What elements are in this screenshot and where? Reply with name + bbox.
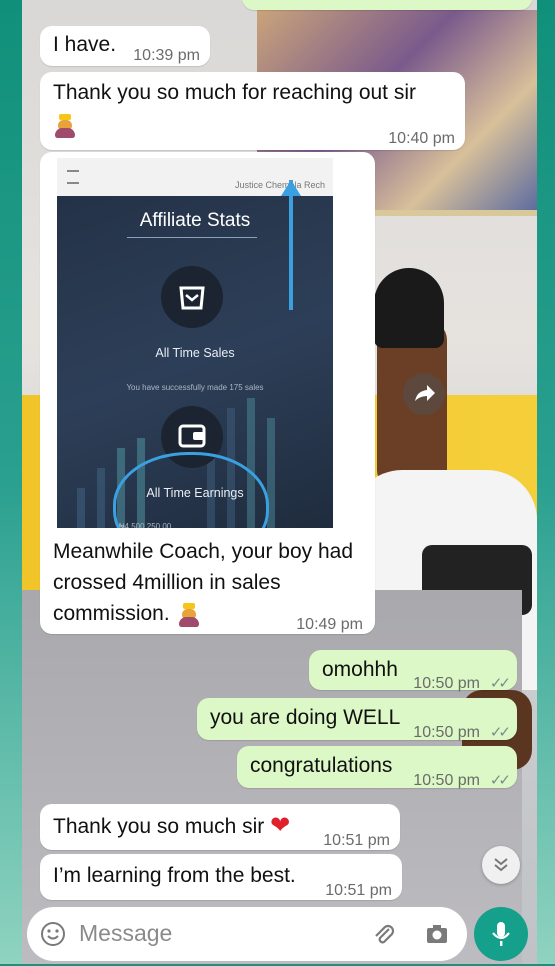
message-incoming[interactable]: I have. 10:39 pm: [40, 26, 210, 66]
forward-icon[interactable]: [403, 373, 445, 415]
message-outgoing[interactable]: you are doing WELL 10:50 pm ✓✓: [197, 698, 517, 741]
paperclip-icon[interactable]: [369, 920, 397, 953]
double-check-icon: ✓✓: [489, 772, 511, 789]
message-input[interactable]: Message: [79, 920, 172, 947]
shared-screenshot[interactable]: Justice Chemela Rech Affiliate Stats All…: [57, 158, 333, 528]
chat-area: I have. 10:39 pm Thank you so much for r…: [22, 0, 537, 964]
emoji-icon[interactable]: [39, 920, 67, 953]
message-composer[interactable]: Message: [27, 907, 467, 961]
all-time-sales-label: All Time Sales: [155, 346, 235, 360]
arrow-annotation-head: [281, 180, 301, 196]
right-frame-border: [537, 0, 555, 964]
message-text: I have.: [53, 33, 117, 56]
double-chevron-down-icon[interactable]: [482, 846, 520, 884]
camera-icon[interactable]: [423, 920, 451, 953]
message-time: 10:40 pm: [388, 130, 455, 147]
message-incoming[interactable]: Thank you so much for reaching out sir 1…: [40, 72, 465, 150]
message-time: 10:49 pm: [296, 616, 363, 633]
double-check-icon: ✓✓: [489, 724, 511, 741]
message-text: congratulations: [250, 754, 393, 777]
person-with-crown-emoji: [176, 601, 202, 628]
message-meta: 10:50 pm ✓✓: [413, 764, 511, 796]
arrow-annotation: [289, 180, 293, 310]
message-time: 10:39 pm: [133, 47, 200, 64]
message-time: 10:50 pm: [413, 675, 481, 692]
message-meta: 10:50 pm ✓✓: [413, 716, 511, 748]
menu-icon: [67, 170, 79, 184]
message-text: Thank you so much sir ❤: [53, 812, 291, 839]
message-time: 10:50 pm: [413, 772, 481, 789]
message-incoming[interactable]: I’m learning from the best. 10:51 pm: [40, 854, 402, 900]
message-outgoing[interactable]: omohhh 10:50 pm ✓✓: [309, 650, 517, 692]
sales-count-text: You have successfully made 175 sales: [126, 383, 264, 392]
left-frame-border: [0, 0, 22, 964]
red-heart-emoji: ❤: [270, 812, 291, 839]
double-check-icon: ✓✓: [489, 675, 511, 692]
image-message[interactable]: Justice Chemela Rech Affiliate Stats All…: [40, 152, 375, 634]
message-incoming[interactable]: Thank you so much sir ❤ 10:51 pm: [40, 804, 400, 850]
message-text: omohhh: [322, 658, 398, 681]
message-outgoing-partial[interactable]: [242, 0, 532, 10]
message-text: Thank you so much for reaching out sir: [53, 81, 417, 104]
message-text: I’m learning from the best.: [53, 864, 296, 887]
message-time: 10:51 pm: [323, 832, 390, 849]
message-text: you are doing WELL: [210, 706, 401, 729]
title-underline: [127, 237, 257, 238]
bag-icon: [161, 266, 223, 328]
message-time: 10:51 pm: [325, 882, 392, 899]
message-meta: 10:50 pm ✓✓: [413, 667, 511, 699]
message-time: 10:50 pm: [413, 724, 481, 741]
microphone-icon[interactable]: [474, 907, 528, 961]
person-with-crown-emoji: [52, 112, 78, 138]
message-outgoing[interactable]: congratulations 10:50 pm ✓✓: [237, 746, 517, 789]
